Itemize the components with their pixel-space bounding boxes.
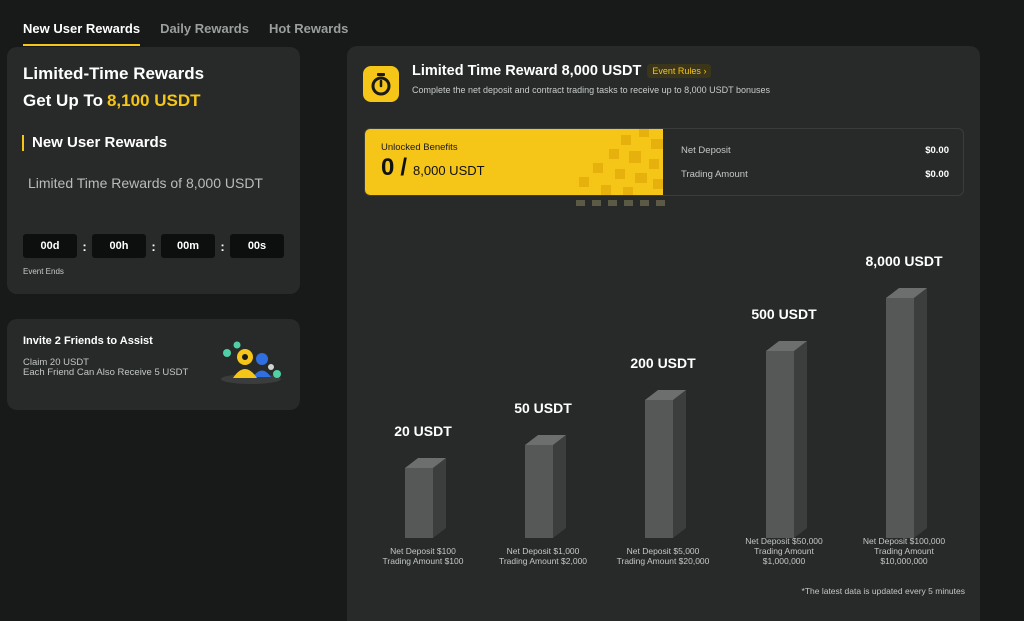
tab-hot-rewards[interactable]: Hot Rewards <box>269 0 348 46</box>
tier-bar-side <box>794 341 807 538</box>
friends-coins-icon <box>221 341 281 384</box>
tier-bar-front <box>766 351 794 538</box>
update-footnote: *The latest data is updated every 5 minu… <box>801 586 965 596</box>
tier-condition-line: Net Deposit $50,000 <box>745 536 823 546</box>
tier-reward-label: 50 USDT <box>514 400 572 416</box>
tab-daily-rewards[interactable]: Daily Rewards <box>160 0 249 46</box>
reward-tasks-panel: Limited Time Reward 8,000 USDT Event Rul… <box>347 46 980 621</box>
invite-description: Claim 20 USDT Each Friend Can Also Recei… <box>23 358 203 378</box>
countdown-separator: : <box>151 238 156 254</box>
reward-tabs: New User Rewards Daily Rewards Hot Rewar… <box>23 0 348 46</box>
tab-new-user-rewards[interactable]: New User Rewards <box>23 0 141 46</box>
tier-bar <box>645 390 686 538</box>
countdown-timer: 00d : 00h : 00m : 00s <box>23 234 284 258</box>
invite-line-friends: Each Friend Can Also Receive 5 USDT <box>23 367 189 378</box>
invite-friends-card[interactable]: Invite 2 Friends to Assist Claim 20 USDT… <box>7 319 300 410</box>
tier-bar <box>886 288 927 538</box>
tier-bar-side <box>553 435 566 538</box>
tier-bar-side <box>673 390 686 538</box>
tier-condition-line: Net Deposit $5,000 <box>626 546 700 556</box>
tier-bar-front <box>525 445 553 538</box>
tier-bar-side <box>433 458 446 538</box>
tier-bar-front <box>645 400 673 538</box>
tier-condition-line: Net Deposit $1,000 <box>506 546 580 556</box>
countdown-seconds: 00s <box>230 234 284 258</box>
tier-condition: Net Deposit $100 Trading Amount $100 <box>383 546 464 566</box>
tier-condition-line: Trading Amount <box>754 546 814 556</box>
tier-condition-line: $10,000,000 <box>880 556 928 566</box>
promo-subtitle: Get Up To 8,100 USDT <box>23 91 201 111</box>
tier-condition-line: Trading Amount $2,000 <box>498 556 588 566</box>
section-title: New User Rewards <box>22 135 167 151</box>
tier-bar-side <box>914 288 927 538</box>
promo-subtitle-amount: 8,100 USDT <box>106 91 201 110</box>
event-ends-label: Event Ends <box>23 267 64 276</box>
tier-condition-line: Net Deposit $100 <box>390 546 456 556</box>
tier-condition: Net Deposit $100,000 Trading Amount $10,00… <box>863 536 945 566</box>
countdown-minutes: 00m <box>161 234 215 258</box>
tier-condition-line: Trading Amount <box>874 546 934 556</box>
tier-reward-label: 500 USDT <box>751 306 817 322</box>
countdown-separator: : <box>82 238 87 254</box>
tier-bar-front <box>405 468 433 538</box>
tier-condition-line: Net Deposit $100,000 <box>862 536 946 546</box>
invite-title: Invite 2 Friends to Assist <box>23 335 153 347</box>
tier-reward-label: 200 USDT <box>630 355 696 371</box>
tier-reward-label: 8,000 USDT <box>865 253 943 269</box>
tier-bar-front <box>886 298 914 538</box>
tier-condition: Net Deposit $50,000 Trading Amount $1,000,… <box>745 536 823 566</box>
tier-bar <box>766 341 807 538</box>
countdown-separator: : <box>220 238 225 254</box>
reward-tier-chart <box>405 288 927 538</box>
tier-bar <box>405 458 446 538</box>
promo-subtitle-prefix: Get Up To <box>23 91 103 110</box>
tier-condition-line: Trading Amount $100 <box>382 556 464 566</box>
tier-condition-line: $1,000,000 <box>762 556 806 566</box>
new-user-promo-card[interactable]: Limited-Time Rewards Get Up To 8,100 USDT… <box>7 47 300 294</box>
countdown-hours: 00h <box>92 234 146 258</box>
promo-description: Limited Time Rewards of 8,000 USDT <box>28 175 263 191</box>
tier-reward-label: 20 USDT <box>394 423 452 439</box>
countdown-days: 00d <box>23 234 77 258</box>
tier-condition-line: Trading Amount $20,000 <box>616 556 710 566</box>
tier-bar <box>525 435 566 538</box>
tier-condition: Net Deposit $1,000 Trading Amount $2,000 <box>499 546 587 566</box>
tier-condition: Net Deposit $5,000 Trading Amount $20,000 <box>617 546 710 566</box>
promo-title: Limited-Time Rewards <box>23 64 205 83</box>
